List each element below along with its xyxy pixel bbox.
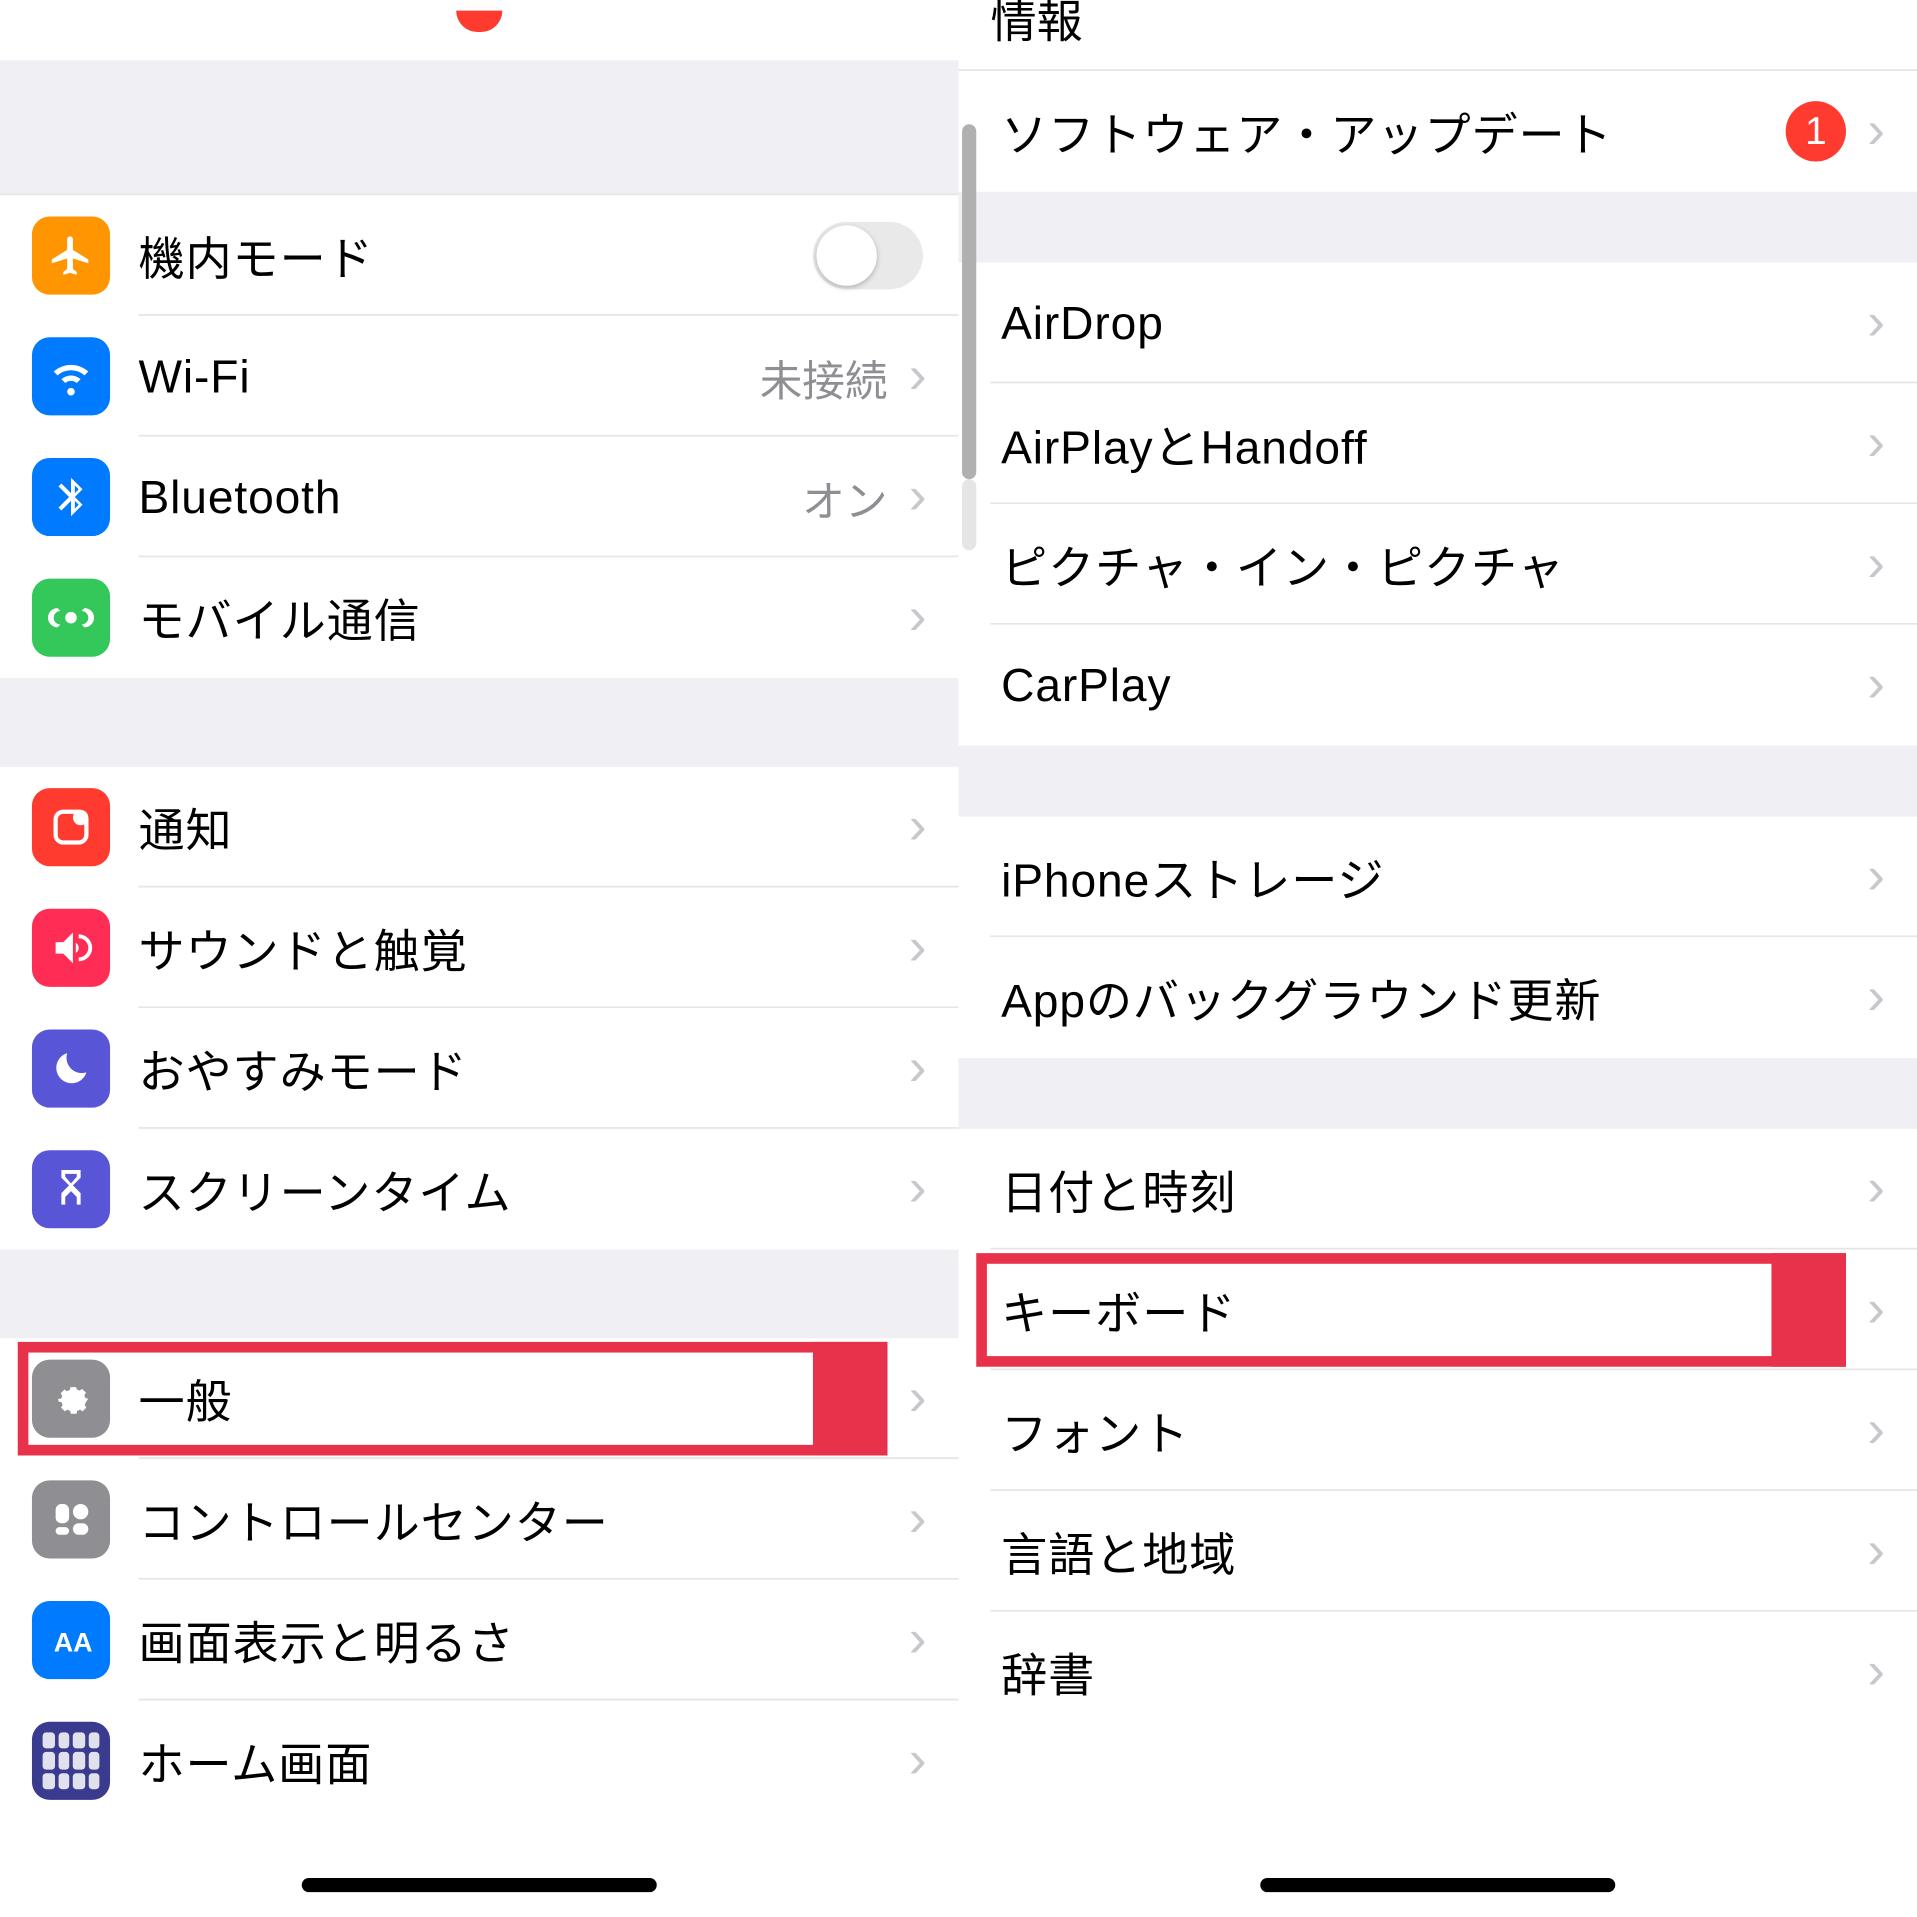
controlcenter-label: コントロールセンター: [138, 1487, 901, 1553]
row-general[interactable]: 一般 ›: [0, 1338, 959, 1459]
wifi-icon: [32, 337, 110, 415]
keyboard-label: キーボード: [1001, 1277, 1860, 1343]
datetime-label: 日付と時刻: [1001, 1156, 1860, 1222]
chevron-right-icon: ›: [1867, 1645, 1885, 1698]
chevron-right-icon: ›: [909, 1372, 927, 1425]
scrollbar-track: [962, 479, 976, 550]
chevron-right-icon: ›: [1867, 659, 1885, 712]
notifications-label: 通知: [138, 794, 901, 860]
language-label: 言語と地域: [1001, 1519, 1860, 1585]
software-update-label: ソフトウェア・アップデート: [1001, 99, 1786, 165]
chevron-right-icon: ›: [909, 1042, 927, 1095]
chevron-right-icon: ›: [909, 801, 927, 854]
cellular-icon: [32, 579, 110, 657]
row-bluetooth[interactable]: Bluetooth オン ›: [0, 437, 959, 558]
airplane-label: 機内モード: [138, 223, 813, 289]
row-software-update[interactable]: ソフトウェア・アップデート 1 ›: [959, 71, 1917, 192]
dictionary-label: 辞書: [1001, 1639, 1860, 1705]
carplay-label: CarPlay: [1001, 658, 1860, 713]
wifi-label: Wi-Fi: [138, 349, 759, 404]
pip-label: ピクチャ・イン・ピクチャ: [1001, 532, 1860, 598]
wifi-detail: 未接続: [760, 345, 888, 407]
general-label: 一般: [138, 1366, 901, 1432]
row-language[interactable]: 言語と地域 ›: [959, 1491, 1917, 1612]
airplane-icon: [32, 217, 110, 295]
row-notifications[interactable]: 通知 ›: [0, 767, 959, 888]
sounds-icon: [32, 909, 110, 987]
row-airplane-mode[interactable]: 機内モード: [0, 195, 959, 316]
bluetooth-label: Bluetooth: [138, 469, 802, 524]
row-keyboard[interactable]: キーボード ›: [959, 1250, 1917, 1371]
row-airdrop[interactable]: AirDrop ›: [959, 263, 1917, 384]
cellular-label: モバイル通信: [138, 585, 901, 651]
row-carplay[interactable]: CarPlay ›: [959, 625, 1917, 746]
homescreen-icon: [32, 1722, 110, 1800]
scrollbar-thumb[interactable]: [962, 124, 976, 479]
row-display[interactable]: AA 画面表示と明るさ ›: [0, 1580, 959, 1701]
chevron-right-icon: ›: [1867, 850, 1885, 903]
bluetooth-icon: [32, 458, 110, 536]
row-background-refresh[interactable]: Appのバックグラウンド更新 ›: [959, 937, 1917, 1058]
display-label: 画面表示と明るさ: [138, 1607, 901, 1673]
screentime-label: スクリーンタイム: [138, 1156, 901, 1222]
sounds-label: サウンドと触覚: [138, 915, 901, 981]
row-font[interactable]: フォント ›: [959, 1370, 1917, 1491]
chevron-right-icon: ›: [1867, 1525, 1885, 1578]
row-controlcenter[interactable]: コントロールセンター ›: [0, 1459, 959, 1580]
moon-icon: [32, 1030, 110, 1108]
font-label: フォント: [1001, 1398, 1860, 1464]
row-storage[interactable]: iPhoneストレージ ›: [959, 817, 1917, 938]
chevron-right-icon: ›: [909, 1163, 927, 1216]
storage-label: iPhoneストレージ: [1001, 844, 1860, 910]
airplay-label: AirPlayとHandoff: [1001, 411, 1860, 477]
row-homescreen[interactable]: ホーム画面 ›: [0, 1700, 959, 1821]
row-info-partial[interactable]: 情報: [959, 0, 1917, 71]
gear-icon: [32, 1360, 110, 1438]
homescreen-label: ホーム画面: [138, 1728, 901, 1794]
dnd-label: おやすみモード: [138, 1036, 901, 1102]
home-indicator[interactable]: [1260, 1878, 1615, 1892]
chevron-right-icon: ›: [909, 591, 927, 644]
svg-text:AA: AA: [54, 1628, 93, 1658]
home-indicator[interactable]: [302, 1878, 657, 1892]
chevron-right-icon: ›: [909, 921, 927, 974]
chevron-right-icon: ›: [909, 1613, 927, 1666]
controlcenter-icon: [32, 1480, 110, 1558]
chevron-right-icon: ›: [1867, 296, 1885, 349]
row-sounds[interactable]: サウンドと触覚 ›: [0, 888, 959, 1009]
airdrop-label: AirDrop: [1001, 296, 1860, 351]
chevron-right-icon: ›: [1867, 417, 1885, 470]
display-icon: AA: [32, 1601, 110, 1679]
chevron-right-icon: ›: [909, 470, 927, 523]
settings-root-screen: 機内モード Wi-Fi 未接続 › Bluetooth オン ›: [0, 0, 959, 1917]
row-pip[interactable]: ピクチャ・イン・ピクチャ ›: [959, 504, 1917, 625]
chevron-right-icon: ›: [1867, 1283, 1885, 1336]
chevron-right-icon: ›: [909, 1493, 927, 1546]
airplane-toggle[interactable]: [813, 222, 923, 289]
info-label: 情報: [990, 0, 1082, 51]
row-datetime[interactable]: 日付と時刻 ›: [959, 1129, 1917, 1250]
chevron-right-icon: ›: [909, 350, 927, 403]
row-wifi[interactable]: Wi-Fi 未接続 ›: [0, 316, 959, 437]
row-airplay[interactable]: AirPlayとHandoff ›: [959, 383, 1917, 504]
chevron-right-icon: ›: [1867, 1404, 1885, 1457]
row-cellular[interactable]: モバイル通信 ›: [0, 557, 959, 678]
chevron-right-icon: ›: [1867, 105, 1885, 158]
general-settings-screen: 情報 ソフトウェア・アップデート 1 › AirDrop › AirPlayとH…: [959, 0, 1917, 1917]
header-area: [0, 0, 959, 195]
background-label: Appのバックグラウンド更新: [1001, 965, 1860, 1031]
chevron-right-icon: ›: [1867, 538, 1885, 591]
bluetooth-detail: オン: [802, 466, 887, 528]
row-screentime[interactable]: スクリーンタイム ›: [0, 1129, 959, 1250]
chevron-right-icon: ›: [1867, 1163, 1885, 1216]
notifications-icon: [32, 788, 110, 866]
row-dictionary[interactable]: 辞書 ›: [959, 1612, 1917, 1733]
chevron-right-icon: ›: [1867, 971, 1885, 1024]
update-badge: 1: [1786, 101, 1846, 161]
hourglass-icon: [32, 1150, 110, 1228]
row-dnd[interactable]: おやすみモード ›: [0, 1008, 959, 1129]
chevron-right-icon: ›: [909, 1734, 927, 1787]
